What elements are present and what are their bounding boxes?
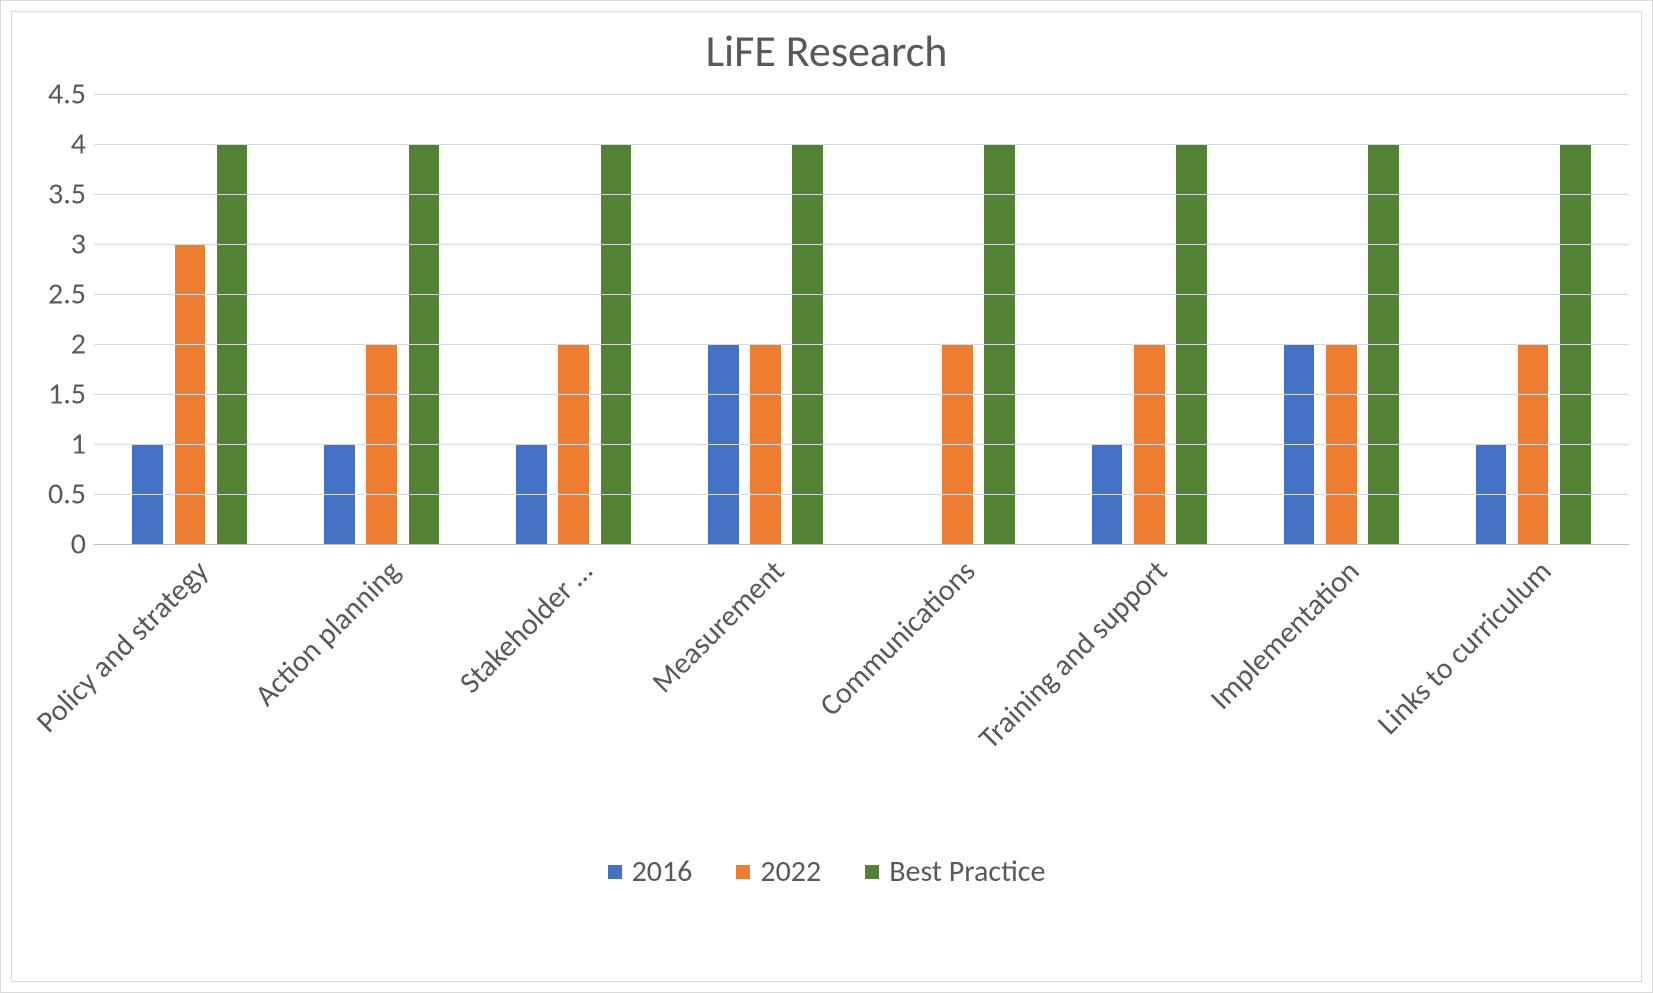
y-tick-label: 2.5 [48, 276, 86, 313]
y-tick-label: 3.5 [48, 176, 86, 213]
y-tick-label: 0.5 [48, 476, 86, 513]
y-tick-label: 2 [71, 326, 86, 363]
y-tick-label: 1.5 [48, 376, 86, 413]
legend-item: Best Practice [865, 853, 1045, 890]
x-tick-label: Policy and strategy [29, 553, 216, 740]
bar-group [94, 94, 286, 544]
legend: 2016 2022 Best Practice [24, 853, 1629, 890]
x-tick: Action planning [286, 545, 478, 845]
y-tick-label: 4.5 [48, 76, 86, 113]
x-tick: Stakeholder … [478, 545, 670, 845]
legend-swatch [608, 865, 622, 879]
y-axis: 00.511.522.533.544.5 [24, 94, 94, 544]
legend-swatch [865, 865, 879, 879]
bar-group [670, 94, 862, 544]
chart-outer-frame: LiFE Research 0 0.5 1 1.5 2 2.5 3 3.5 4 4.5 Polic… [0, 0, 1653, 993]
legend-item: 2016 [608, 853, 693, 890]
y-tick-label: 0 [71, 526, 86, 563]
plot-row: 00.511.522.533.544.5 [24, 94, 1629, 545]
gridline [94, 144, 1629, 145]
bar-group [286, 94, 478, 544]
legend-label: 2022 [760, 853, 821, 890]
legend-label: Best Practice [889, 853, 1045, 890]
gridline [94, 444, 1629, 445]
chart-inner-frame: LiFE Research 0 0.5 1 1.5 2 2.5 3 3.5 4 4.5 Polic… [11, 11, 1642, 982]
gridline [94, 494, 1629, 495]
gridline [94, 194, 1629, 195]
bar-group [1245, 94, 1437, 544]
legend-label: 2016 [632, 853, 693, 890]
bar-group [478, 94, 670, 544]
y-tick-label: 4 [71, 126, 86, 163]
bar-group [1053, 94, 1245, 544]
y-tick-label: 3 [71, 226, 86, 263]
gridline [94, 244, 1629, 245]
gridline [94, 94, 1629, 95]
legend-item: 2022 [736, 853, 821, 890]
x-tick: Links to curriculum [1437, 545, 1629, 845]
bar-group [862, 94, 1054, 544]
gridline [94, 344, 1629, 345]
bar-group [1437, 94, 1629, 544]
gridline [94, 294, 1629, 295]
bar-groups [94, 94, 1629, 544]
chart-title: LiFE Research [24, 24, 1629, 78]
plot-area [94, 94, 1629, 545]
legend-swatch [736, 865, 750, 879]
x-axis: Policy and strategyAction planningStakeh… [94, 545, 1629, 845]
gridline [94, 394, 1629, 395]
y-tick-label: 1 [71, 426, 86, 463]
